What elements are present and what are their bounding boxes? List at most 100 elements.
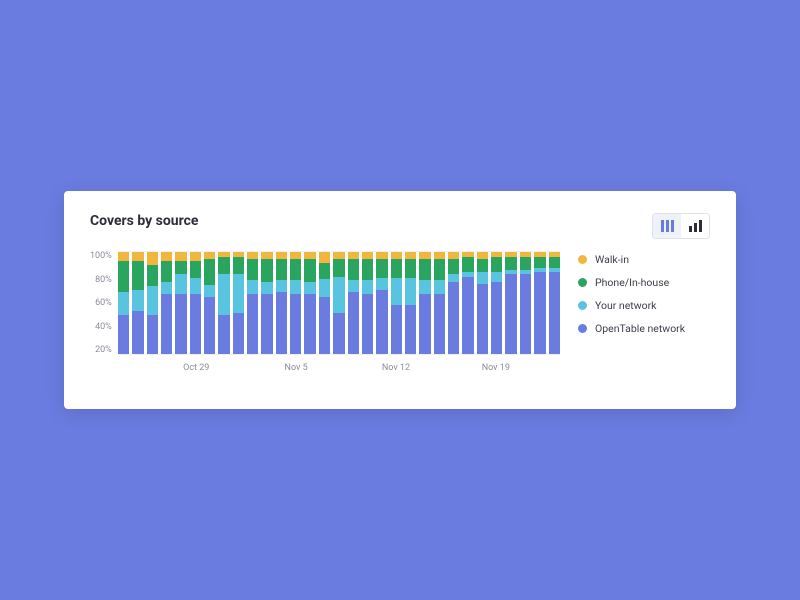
bar-segment-your (348, 280, 359, 292)
card-body: 100%80%60%40%20% Oct 29 Nov 5 Nov 12 Nov 19… (90, 251, 710, 375)
bar[interactable] (391, 251, 402, 354)
y-tick: 40% (90, 322, 112, 332)
bar-segment-ot (161, 294, 172, 354)
bar-segment-phone (477, 259, 488, 271)
bar-segment-ot (118, 315, 129, 354)
bar[interactable] (520, 251, 531, 354)
bar[interactable] (534, 251, 545, 354)
bar-segment-ot (333, 313, 344, 354)
bar[interactable] (376, 251, 387, 354)
bar[interactable] (147, 251, 158, 354)
x-tick: Nov 5 (285, 363, 308, 373)
bar-segment-your (304, 282, 315, 294)
bar[interactable] (247, 251, 258, 354)
x-axis: Oct 29 Nov 5 Nov 12 Nov 19 (118, 363, 560, 375)
bar[interactable] (161, 251, 172, 354)
bar-segment-your (290, 280, 301, 294)
bar-segment-phone (304, 259, 315, 282)
stacked-view-button[interactable] (653, 214, 681, 238)
bar-segment-phone (218, 257, 229, 273)
bar-segment-walkin (319, 251, 330, 263)
legend-item[interactable]: Your network (578, 299, 710, 312)
plot-wrap: Oct 29 Nov 5 Nov 12 Nov 19 (118, 251, 560, 375)
legend-item[interactable]: OpenTable network (578, 322, 710, 335)
bar-segment-your (161, 282, 172, 294)
bar[interactable] (204, 251, 215, 354)
legend-item[interactable]: Walk-in (578, 253, 710, 266)
bar[interactable] (261, 251, 272, 354)
bar-segment-phone (204, 259, 215, 285)
bar[interactable] (276, 251, 287, 354)
bar[interactable] (190, 251, 201, 354)
y-axis: 100%80%60%40%20% (90, 251, 118, 355)
bar-segment-ot (247, 294, 258, 354)
view-toggle (652, 213, 710, 239)
bar[interactable] (175, 251, 186, 354)
bar-segment-ot (549, 272, 560, 354)
bar-segment-phone (491, 257, 502, 271)
bar-segment-ot (233, 313, 244, 354)
bar-segment-walkin (391, 251, 402, 259)
bar-segment-walkin (261, 251, 272, 259)
bar[interactable] (233, 251, 244, 354)
bar[interactable] (304, 251, 315, 354)
bar-segment-phone (434, 259, 445, 280)
bar[interactable] (477, 251, 488, 354)
grouped-view-button[interactable] (681, 214, 709, 238)
legend-label: Your network (595, 299, 656, 312)
bar[interactable] (448, 251, 459, 354)
x-tick: Nov 19 (482, 363, 510, 373)
bar-segment-ot (419, 294, 430, 354)
legend-item[interactable]: Phone/In-house (578, 276, 710, 289)
bar[interactable] (132, 251, 143, 354)
bar[interactable] (319, 251, 330, 354)
bar-segment-walkin (204, 251, 215, 259)
bar-segment-ot (477, 284, 488, 354)
legend-swatch (578, 278, 587, 287)
bar-segment-phone (233, 257, 244, 273)
bar[interactable] (118, 251, 129, 354)
bar[interactable] (505, 251, 516, 354)
bar-segment-phone (505, 257, 516, 269)
bar-segment-ot (276, 292, 287, 354)
bar[interactable] (419, 251, 430, 354)
bar-segment-ot (190, 294, 201, 354)
bar-segment-phone (118, 261, 129, 292)
bar-segment-walkin (190, 251, 201, 261)
chart-title: Covers by source (90, 213, 198, 229)
bar-segment-ot (462, 277, 473, 354)
bar-segment-your (190, 278, 201, 294)
x-tick: Oct 29 (183, 363, 209, 373)
bar-segment-ot (362, 294, 373, 354)
bar-segment-ot (520, 274, 531, 354)
bar-segment-phone (276, 259, 287, 280)
bar-segment-phone (534, 257, 545, 267)
bar[interactable] (333, 251, 344, 354)
x-tick: Nov 12 (382, 363, 410, 373)
bar[interactable] (491, 251, 502, 354)
bar[interactable] (462, 251, 473, 354)
bar-segment-ot (491, 282, 502, 354)
bar[interactable] (434, 251, 445, 354)
bar-segment-ot (304, 294, 315, 354)
bar[interactable] (290, 251, 301, 354)
bar-segment-your (233, 274, 244, 313)
bar-segment-walkin (419, 251, 430, 259)
bar-segment-your (405, 278, 416, 305)
bar-segment-walkin (161, 251, 172, 261)
legend: Walk-in Phone/In-house Your network OpenTab… (578, 251, 710, 375)
bar[interactable] (218, 251, 229, 354)
bar-segment-phone (448, 259, 459, 273)
bar-segment-your (147, 286, 158, 315)
bar[interactable] (348, 251, 359, 354)
bar-segment-your (362, 280, 373, 294)
bar-segment-phone (348, 259, 359, 280)
bar-segment-walkin (132, 251, 143, 261)
bar-segment-phone (405, 259, 416, 278)
legend-label: Phone/In-house (595, 276, 669, 289)
bar-segment-phone (333, 259, 344, 277)
bar[interactable] (405, 251, 416, 354)
bar[interactable] (362, 251, 373, 354)
bar[interactable] (549, 251, 560, 354)
bar-segment-ot (204, 297, 215, 354)
